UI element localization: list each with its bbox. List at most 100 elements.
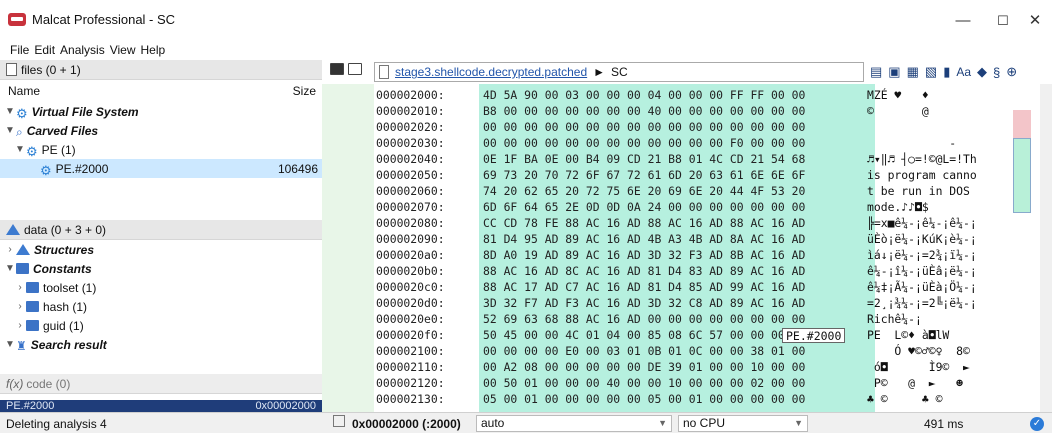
menu-edit[interactable]: Edit — [34, 43, 55, 57]
menu-view[interactable]: View — [110, 43, 136, 57]
hex-row-ascii[interactable]: t be run in DOS — [867, 184, 970, 199]
hex-row-ascii[interactable]: ╠=x■ê¼-¡ê¼-¡ê¼-¡ — [867, 216, 977, 231]
hex-row-bytes[interactable]: 00 00 00 00 00 00 00 00 00 00 00 00 00 0… — [483, 120, 805, 135]
chevron-down-icon[interactable]: ▼ — [4, 125, 16, 136]
breadcrumb-node[interactable]: SC — [611, 65, 628, 79]
hex-row-ascii[interactable]: ê¼‡¡Ã¼-¡üÈà¡Ö¼-¡ — [867, 280, 977, 295]
hex-row[interactable]: 0000020a0: 8D A0 19 AD 89 AC 16 AD 3D 32 … — [322, 248, 1052, 263]
minimap-viewport[interactable] — [1013, 138, 1031, 213]
tree-item-vfs[interactable]: ▼ ⚙ Virtual File System — [0, 102, 322, 121]
analysis-mode-select[interactable]: auto ▼ — [476, 415, 672, 432]
data-panel-header[interactable]: data (0 + 3 + 0) — [0, 220, 322, 240]
menu-help[interactable]: Help — [141, 43, 166, 57]
vertical-scrollbar[interactable] — [1040, 84, 1052, 412]
strings-icon[interactable]: Aa — [956, 65, 971, 79]
col-name[interactable]: Name — [8, 84, 40, 98]
hex-row[interactable]: 0000020b0: 88 AC 16 AD 8C AC 16 AD 81 D4 … — [322, 264, 1052, 279]
chevron-down-icon[interactable]: ▼ — [4, 263, 16, 274]
hex-row[interactable]: 000002020: 00 00 00 00 00 00 00 00 00 00 … — [322, 120, 1052, 135]
chevron-down-icon[interactable]: ▼ — [14, 144, 26, 155]
hex-row-ascii[interactable]: =2¸¡¾¼-¡=2╚¡ë¼-¡ — [867, 296, 977, 311]
globe-icon[interactable]: ⊕ — [1006, 64, 1017, 80]
graph-icon[interactable]: ▧ — [925, 64, 937, 80]
breadcrumb-file-link[interactable]: stage3.shellcode.decrypted.patched — [395, 65, 587, 79]
hex-row-ascii[interactable]: üÈò¡ë¼-¡KúK¡è¼-¡ — [867, 232, 977, 247]
hex-row[interactable]: 000002070: 6D 6F 64 65 2E 0D 0D 0A 24 00 … — [322, 200, 1052, 215]
hex-row[interactable]: 000002030: 00 00 00 00 00 00 00 00 00 00 … — [322, 136, 1052, 151]
database-icon[interactable]: ▮ — [943, 64, 950, 80]
hex-row-ascii[interactable]: is program canno — [867, 168, 977, 183]
hex-row[interactable]: 000002010: B8 00 00 00 00 00 00 00 40 00 … — [322, 104, 1052, 119]
hex-row[interactable]: 000002120: 00 50 01 00 00 00 40 00 00 10 … — [322, 376, 1052, 391]
hex-row-bytes[interactable]: 50 45 00 00 4C 01 04 00 85 08 6C 57 00 0… — [483, 328, 805, 343]
hex-row-bytes[interactable]: 69 73 20 70 72 6F 67 72 61 6D 20 63 61 6… — [483, 168, 805, 183]
hex-row[interactable]: 000002090: 81 D4 95 AD 89 AC 16 AD 4B A3 … — [322, 232, 1052, 247]
hex-row[interactable]: 000002050: 69 73 20 70 72 6F 67 72 61 6D … — [322, 168, 1052, 183]
col-size[interactable]: Size — [293, 84, 316, 98]
code-panel-header[interactable]: f(x) code (0) — [0, 374, 322, 394]
goto-icon[interactable] — [333, 415, 345, 427]
hex-row[interactable]: 000002100: 00 00 00 00 E0 00 03 01 0B 01 … — [322, 344, 1052, 359]
hex-row-bytes[interactable]: 88 AC 16 AD 8C AC 16 AD 81 D4 83 AD 89 A… — [483, 264, 805, 279]
status-address[interactable]: 0x00002000 (:2000) — [352, 417, 461, 431]
tree-item-pe-2000[interactable]: ⚙ PE.#2000 106496 — [0, 159, 322, 178]
hex-row-bytes[interactable]: CC CD 78 FE 88 AC 16 AD 88 AC 16 AD 88 A… — [483, 216, 805, 231]
hex-row[interactable]: 000002110: 00 A2 08 00 00 00 00 00 DE 39 … — [322, 360, 1052, 375]
folder-icon[interactable] — [330, 63, 344, 75]
hex-row-bytes[interactable]: 6D 6F 64 65 2E 0D 0D 0A 24 00 00 00 00 0… — [483, 200, 805, 215]
hex-row-ascii[interactable]: © @ — [867, 104, 929, 119]
hex-row[interactable]: 000002000: 4D 5A 90 00 03 00 00 00 04 00 … — [322, 88, 1052, 103]
hex-row-bytes[interactable]: B8 00 00 00 00 00 00 00 40 00 00 00 00 0… — [483, 104, 805, 119]
hex-row-ascii[interactable]: ó◘ Ì9© ► — [867, 360, 970, 375]
hex-row-bytes[interactable]: 74 20 62 65 20 72 75 6E 20 69 6E 20 44 4… — [483, 184, 805, 199]
menu-file[interactable]: File — [10, 43, 29, 57]
save-icon[interactable] — [348, 63, 362, 75]
hex-row-bytes[interactable]: 88 AC 17 AD C7 AC 16 AD 81 D4 85 AD 99 A… — [483, 280, 805, 295]
hex-view-icon[interactable]: ▣ — [888, 64, 900, 80]
tree-item-toolset[interactable]: › toolset (1) — [0, 278, 322, 297]
hex-row-ascii[interactable]: ê¼-¡î¼-¡üÈâ¡ë¼-¡ — [867, 264, 977, 279]
hex-row[interactable]: 0000020c0: 88 AC 17 AD C7 AC 16 AD 81 D4 … — [322, 280, 1052, 295]
hex-row-ascii[interactable]: ìá↓¡ë¼-¡=2¾¡ï¼-¡ — [867, 248, 977, 263]
hex-row-bytes[interactable]: 52 69 63 68 88 AC 16 AD 00 00 00 00 00 0… — [483, 312, 805, 327]
script-icon[interactable]: § — [993, 65, 1000, 80]
hex-row-ascii[interactable]: ♬▾‖♬ ┤○=!©@L=!Th — [867, 152, 977, 167]
chevron-right-icon[interactable]: › — [14, 301, 26, 312]
hex-row-ascii[interactable]: MZÉ ♥ ♦ — [867, 88, 929, 103]
hex-row-ascii[interactable]: Richê¼-¡ — [867, 312, 922, 327]
chip-icon[interactable]: ▦ — [907, 64, 919, 80]
hex-view[interactable]: 000002000: 4D 5A 90 00 03 00 00 00 04 00 … — [322, 84, 1052, 412]
tree-item-search-result[interactable]: ▼ ♜ Search result — [0, 335, 322, 354]
hex-row-bytes[interactable]: 81 D4 95 AD 89 AC 16 AD 4B A3 4B AD 8A A… — [483, 232, 805, 247]
cpu-select[interactable]: no CPU ▼ — [678, 415, 808, 432]
chevron-right-icon[interactable]: › — [4, 244, 16, 255]
files-panel-header[interactable]: files (0 + 1) — [0, 60, 322, 80]
tree-item-carved[interactable]: ▼ ⌕ Carved Files — [0, 121, 322, 140]
chevron-down-icon[interactable]: ▼ — [4, 106, 16, 117]
hex-row[interactable]: 000002060: 74 20 62 65 20 72 75 6E 20 69 … — [322, 184, 1052, 199]
chevron-down-icon[interactable]: ▼ — [4, 339, 16, 350]
hex-row[interactable]: 000002080: CC CD 78 FE 88 AC 16 AD 88 AC … — [322, 216, 1052, 231]
menu-analysis[interactable]: Analysis — [60, 43, 105, 57]
hex-row-ascii[interactable]: - — [867, 136, 956, 151]
hex-row-bytes[interactable]: 4D 5A 90 00 03 00 00 00 04 00 00 00 FF F… — [483, 88, 805, 103]
hex-row-bytes[interactable]: 3D 32 F7 AD F3 AC 16 AD 3D 32 C8 AD 89 A… — [483, 296, 805, 311]
chevron-right-icon[interactable]: › — [14, 320, 26, 331]
tree-item-pe[interactable]: ▼ ⚙ PE (1) — [0, 140, 322, 159]
list-view-icon[interactable]: ▤ — [870, 64, 882, 80]
hex-row-bytes[interactable]: 05 00 01 00 00 00 00 00 05 00 01 00 00 0… — [483, 392, 805, 407]
tree-item-structures[interactable]: › Structures — [0, 240, 322, 259]
tree-item-hash[interactable]: › hash (1) — [0, 297, 322, 316]
hex-row-ascii[interactable]: mode.♪♪◘$ — [867, 200, 929, 215]
code-list-selected[interactable]: PE.#2000 0x00002000 — [0, 400, 322, 412]
hex-row-bytes[interactable]: 00 A2 08 00 00 00 00 00 DE 39 01 00 00 1… — [483, 360, 805, 375]
hex-row[interactable]: 000002040: 0E 1F BA 0E 00 B4 09 CD 21 B8 … — [322, 152, 1052, 167]
hex-row[interactable]: 0000020d0: 3D 32 F7 AD F3 AC 16 AD 3D 32 … — [322, 296, 1052, 311]
tree-item-constants[interactable]: ▼ Constants — [0, 259, 322, 278]
hex-row-ascii[interactable]: Ó ♥©♂©♀ 8© — [867, 344, 969, 359]
hex-row[interactable]: 0000020e0: 52 69 63 68 88 AC 16 AD 00 00 … — [322, 312, 1052, 327]
chevron-right-icon[interactable]: › — [14, 282, 26, 293]
hex-row-bytes[interactable]: 00 00 00 00 00 00 00 00 00 00 00 00 F0 0… — [483, 136, 805, 151]
hex-row-ascii[interactable]: ♣ © ♣ © — [867, 392, 942, 407]
hex-row-bytes[interactable]: 00 00 00 00 E0 00 03 01 0B 01 0C 00 00 3… — [483, 344, 805, 359]
